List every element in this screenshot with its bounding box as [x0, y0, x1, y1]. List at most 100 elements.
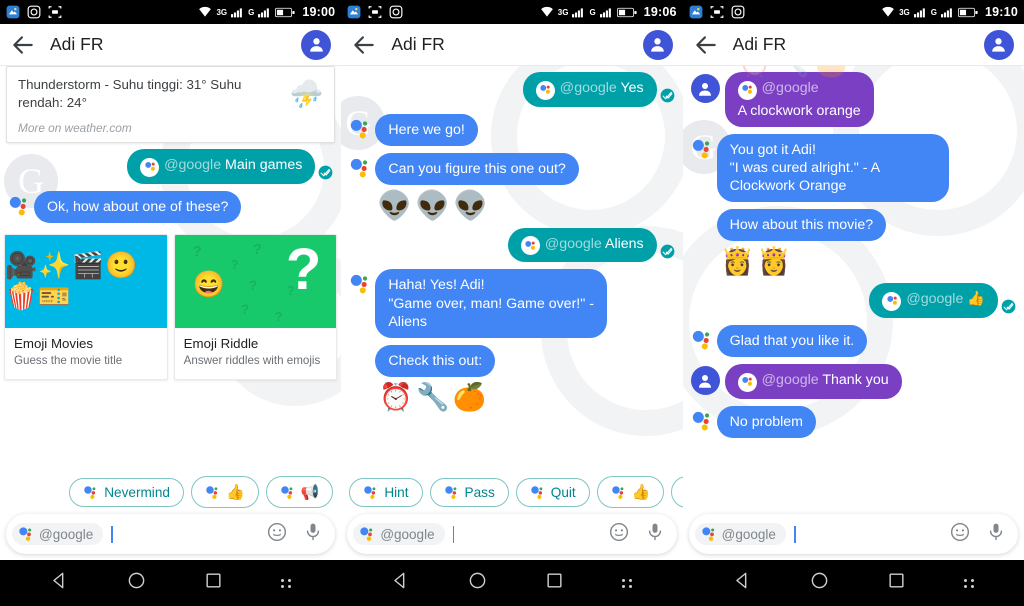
recents-nav-icon[interactable] — [545, 571, 564, 595]
suggestion-chip-pass[interactable]: Pass — [429, 477, 509, 507]
microphone-icon[interactable] — [986, 522, 1006, 547]
thunderstorm-emoji-icon: ⛈️ — [289, 79, 324, 109]
emoji-icon[interactable] — [950, 522, 970, 547]
network-label-3g: 3G — [216, 7, 228, 17]
message-row-incoming[interactable]: No problem — [691, 405, 1016, 438]
message-row-incoming[interactable]: How about this movie? — [691, 209, 1016, 242]
message-bubble-user[interactable]: @google A clockwork orange — [724, 72, 874, 127]
back-arrow-icon[interactable] — [351, 32, 377, 58]
back-nav-icon[interactable] — [391, 571, 410, 595]
more-nav-icon[interactable] — [963, 578, 974, 588]
message-row-incoming[interactable]: Ok, how about one of these? — [8, 190, 333, 223]
suggestion-chip-thumbsup[interactable]: 👍 — [190, 476, 259, 508]
message-bubble-incoming[interactable]: Haha! Yes! Adi! "Game over, man! Game ov… — [375, 269, 608, 338]
back-arrow-icon[interactable] — [10, 32, 36, 58]
scan-icon — [48, 5, 62, 19]
recents-nav-icon[interactable] — [204, 571, 223, 595]
message-input-bar-1[interactable]: @google — [6, 514, 336, 554]
message-bubble-incoming[interactable]: How about this movie? — [716, 209, 887, 242]
home-nav-icon[interactable] — [468, 571, 487, 595]
message-row-incoming[interactable]: You got it Adi! "I was cured alright." -… — [691, 133, 1016, 203]
suggestion-chip-thumbsup[interactable]: 👍 — [596, 476, 665, 508]
message-bubble-incoming[interactable]: Here we go! — [375, 113, 478, 146]
nav-group-1 — [0, 560, 341, 606]
input-mention-chip[interactable]: @google — [353, 523, 445, 545]
question-mark-icon: ? — [230, 256, 240, 272]
assistant-icon — [882, 291, 902, 311]
weather-source-link[interactable]: More on weather.com — [18, 121, 284, 135]
network-label-3g: 3G — [557, 7, 569, 17]
message-bubble-outgoing[interactable]: @google Yes — [522, 72, 657, 107]
message-bubble-incoming[interactable]: Check this out: — [375, 344, 496, 378]
avatar[interactable] — [301, 29, 332, 60]
more-nav-icon[interactable] — [281, 578, 292, 588]
game-card-emojis: 😄 — [192, 268, 227, 299]
message-row-incoming[interactable]: Check this out: — [349, 344, 674, 378]
scan-icon — [710, 5, 724, 19]
microphone-icon[interactable] — [303, 522, 323, 547]
question-mark-icon: ? — [248, 276, 259, 293]
message-input-bar-2[interactable]: @google — [347, 514, 677, 554]
weather-icon — [6, 5, 20, 19]
status-bar-right-icons: 3G G 19:10 — [881, 5, 1018, 19]
message-bubble-incoming[interactable]: You got it Adi! "I was cured alright." -… — [716, 133, 949, 203]
emoji-icon[interactable] — [267, 522, 287, 547]
signal-3g-icon — [913, 7, 927, 18]
message-row-incoming[interactable]: Here we go! — [349, 113, 674, 146]
back-nav-icon[interactable] — [50, 571, 69, 595]
suggestion-chip-nevermind[interactable]: Nevermind — [69, 477, 184, 507]
message-bubble-outgoing[interactable]: @google 👍 — [869, 283, 998, 318]
page-title: Adi FR — [391, 34, 445, 54]
message-row-outgoing[interactable]: @google Aliens — [349, 227, 675, 263]
message-row-outgoing[interactable]: @google 👍 — [691, 283, 1016, 318]
assistant-dots-icon — [349, 273, 371, 295]
panel-2: 3G G 19:06 Adi FR Want to get started? G — [341, 0, 683, 560]
home-nav-icon[interactable] — [810, 571, 829, 595]
read-receipt-icon — [660, 244, 675, 259]
game-card-emoji-riddle[interactable]: 😄 ? ? ? ? ? ? ? ? Emoji Riddle Answer ri… — [173, 233, 338, 380]
avatar[interactable] — [983, 29, 1014, 60]
assistant-dots-icon — [691, 410, 713, 432]
message-input-bar-3[interactable]: @google — [688, 514, 1018, 554]
panel-1: 3G G 19:00 Adi FR 31°C di Guntur pada ha… — [0, 0, 342, 560]
message-row-user-purple[interactable]: @google A clockwork orange — [690, 72, 1016, 127]
avatar[interactable] — [642, 29, 673, 60]
back-nav-icon[interactable] — [733, 571, 752, 595]
weather-icon — [347, 5, 361, 19]
message-row-incoming[interactable]: Can you figure this one out? — [349, 152, 674, 185]
suggestion-chip-hint[interactable]: Hint — [349, 477, 423, 507]
game-card-emoji-movies[interactable]: 🎥✨🎬🙂🍿🎫 Emoji Movies Guess the movie titl… — [4, 233, 168, 380]
camera-icon — [389, 5, 403, 19]
emoji-icon[interactable] — [609, 522, 629, 547]
status-bar-left-icons — [689, 5, 745, 19]
message-row-incoming[interactable]: Glad that you like it. — [691, 324, 1016, 358]
conversation-body-3[interactable]: G @google A clockwork orange You got it … — [682, 66, 1024, 560]
assistant-dots-icon — [349, 118, 371, 140]
weather-card[interactable]: Thunderstorm - Suhu tinggi: 31° Suhu ren… — [6, 66, 336, 144]
message-bubble-outgoing[interactable]: @google Aliens — [507, 227, 657, 263]
suggestion-chip-megaphone[interactable]: 📢 — [265, 476, 334, 508]
message-bubble-user[interactable]: @google Thank you — [724, 364, 902, 399]
home-nav-icon[interactable] — [127, 571, 146, 595]
more-nav-icon[interactable] — [622, 578, 633, 588]
chat-header-2: Adi FR — [341, 24, 683, 66]
message-row-incoming[interactable]: Haha! Yes! Adi! "Game over, man! Game ov… — [349, 269, 674, 338]
message-bubble-incoming[interactable]: Glad that you like it. — [716, 324, 868, 358]
input-mention-chip[interactable]: @google — [12, 523, 104, 545]
message-bubble-outgoing[interactable]: @google Main games — [127, 149, 316, 184]
microphone-icon[interactable] — [645, 522, 665, 547]
message-bubble-incoming[interactable]: Ok, how about one of these? — [34, 190, 242, 223]
message-row-user-purple[interactable]: @google Thank you — [690, 364, 1016, 399]
input-mention-chip[interactable]: @google — [694, 523, 786, 545]
back-arrow-icon[interactable] — [693, 32, 719, 58]
suggestion-chip-label: Pass — [464, 484, 495, 500]
emoji-message-princesses: 👸👸 — [720, 246, 794, 277]
suggestion-chip-quit[interactable]: Quit — [515, 477, 590, 507]
message-row-outgoing[interactable]: @google Yes — [349, 72, 675, 107]
assistant-dots-icon — [206, 485, 218, 499]
suggestion-chip-megaphone[interactable]: 📢 — [671, 476, 683, 508]
message-bubble-incoming[interactable]: Can you figure this one out? — [375, 152, 579, 185]
message-bubble-incoming[interactable]: No problem — [716, 405, 816, 438]
message-row-outgoing[interactable]: @google Main games — [8, 149, 333, 184]
recents-nav-icon[interactable] — [887, 571, 906, 595]
